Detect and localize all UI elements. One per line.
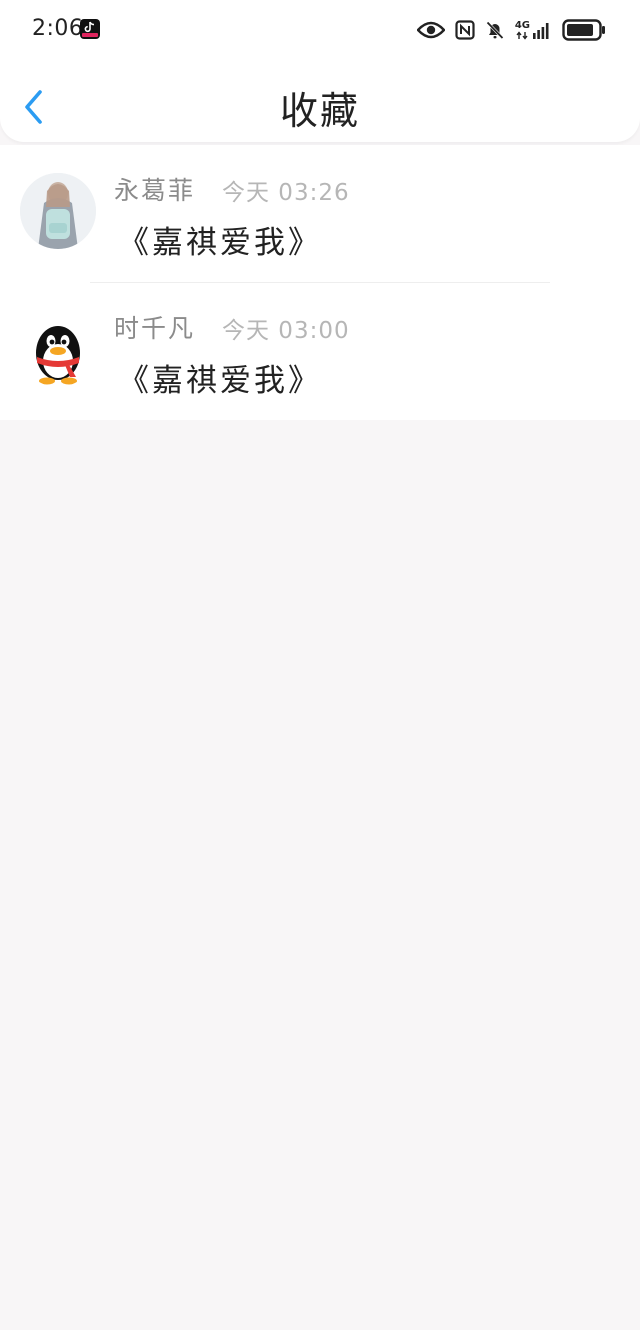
qq-penguin-icon xyxy=(36,326,80,385)
battery-icon xyxy=(562,19,605,41)
network-type: 4G xyxy=(515,21,530,40)
item-name: 永葛菲 xyxy=(114,176,196,205)
header: 收藏 xyxy=(0,60,640,142)
bell-off-icon xyxy=(486,21,504,40)
favorites-screen: 2:06 4G 收藏 永葛菲 今天 03:26 《嘉祺爱我》 时千凡 今天 03… xyxy=(0,0,640,1330)
network-label: 4G xyxy=(514,20,530,31)
data-arrows-icon xyxy=(516,31,528,40)
cellular-indicator: 4G xyxy=(515,20,552,40)
status-time: 2:06 xyxy=(32,16,84,41)
eye-icon xyxy=(416,21,445,39)
signal-icon xyxy=(533,23,549,39)
status-bar: 2:06 4G xyxy=(0,0,640,60)
item-time: 今天 03:26 xyxy=(222,180,350,206)
empty-area xyxy=(0,420,640,1330)
item-content: 《嘉祺爱我》 xyxy=(118,225,322,261)
item-time: 今天 03:00 xyxy=(222,318,350,344)
avatar[interactable] xyxy=(20,173,96,249)
tiktok-icon xyxy=(80,19,100,39)
page-title: 收藏 xyxy=(279,89,360,133)
list-item[interactable]: 时千凡 今天 03:00 《嘉祺爱我》 xyxy=(0,283,640,421)
item-content: 《嘉祺爱我》 xyxy=(118,363,322,399)
tiktok-badge xyxy=(82,33,98,37)
avatar[interactable] xyxy=(20,311,96,387)
favorites-list: 永葛菲 今天 03:26 《嘉祺爱我》 时千凡 今天 03:00 《嘉祺爱我》 xyxy=(0,145,640,420)
status-icons: 4G xyxy=(407,16,606,44)
item-name: 时千凡 xyxy=(114,314,196,343)
photo-avatar-icon xyxy=(20,173,96,249)
nfc-icon xyxy=(455,20,475,40)
list-item[interactable]: 永葛菲 今天 03:26 《嘉祺爱我》 xyxy=(0,145,640,283)
